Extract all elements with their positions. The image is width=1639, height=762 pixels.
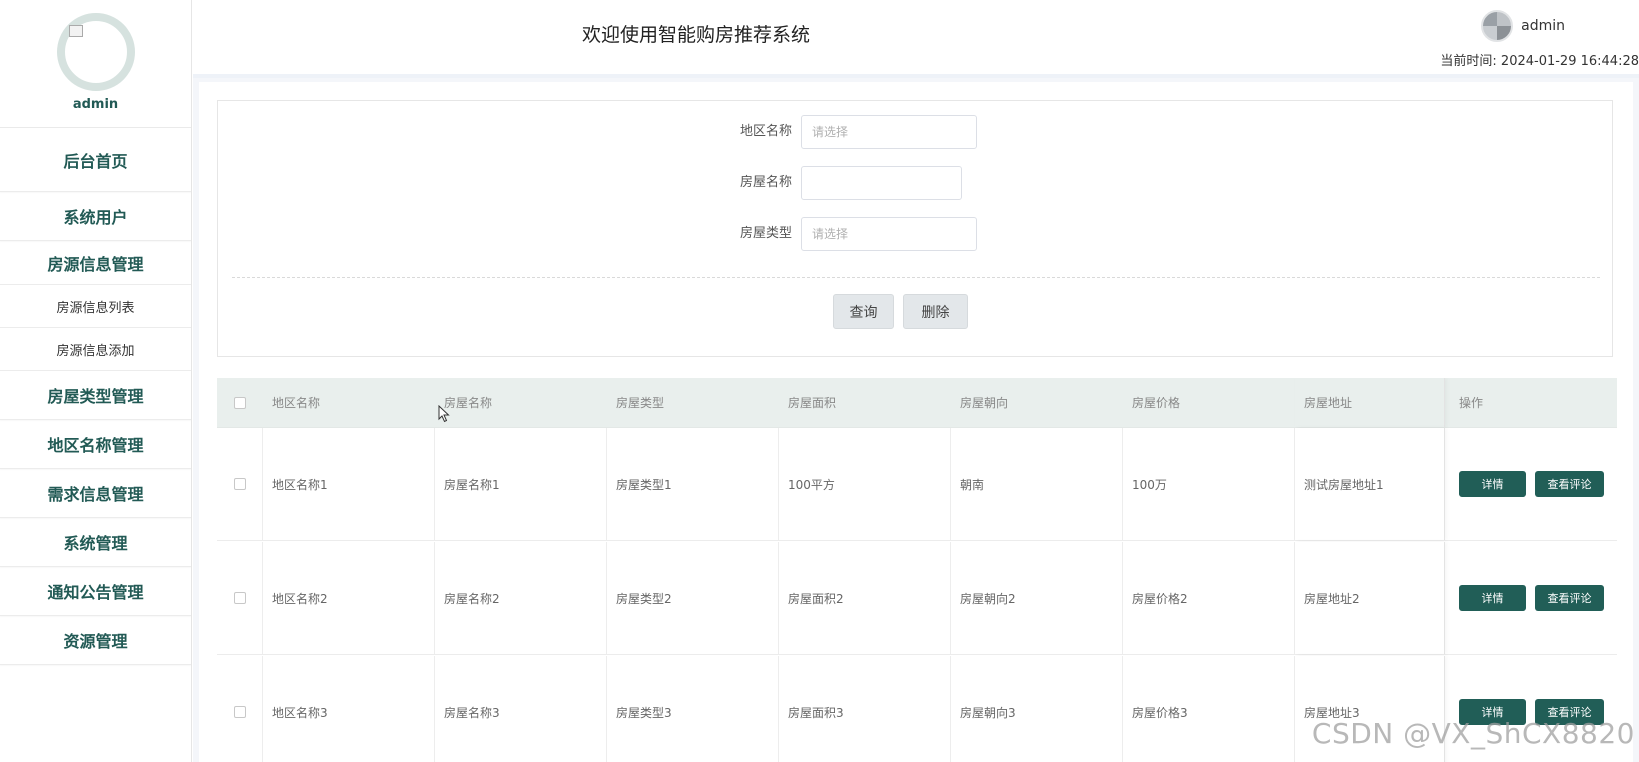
table-row: 地区名称1 房屋名称1 房屋类型1 100平方 朝南 100万 测试房屋地址1 … [217,428,1617,541]
user-avatar-icon[interactable] [1481,10,1514,42]
row-checkbox-cell [217,428,263,540]
table-header-row: 地区名称 房屋名称 房屋类型 房屋面积 房屋朝向 房屋价格 房屋地址 操作 [217,378,1617,428]
region-label: 地区名称 [739,124,792,139]
column-header: 房屋价格 [1132,396,1181,410]
header-checkbox-cell [217,378,263,427]
sidebar: admin 后台首页 系统用户 房源信息管理 房源信息列表 房源信息添加 房屋类… [0,0,192,762]
form-row-region: 地区名称 请选择 [218,115,1612,149]
sidebar-item-region[interactable]: 地区名称管理 [0,420,191,469]
table-cell: 房屋价格2 [1123,542,1295,654]
row-checkbox[interactable] [233,592,246,604]
detail-button[interactable]: 详情 [1459,471,1526,497]
search-form: 地区名称 请选择 房屋名称 房屋类型 请选择 查询 删除 [217,100,1613,357]
table-cell: 房屋面积3 [779,656,951,762]
house-name-label: 房屋名称 [739,175,792,190]
page-title: 欢迎使用智能购房推荐系统 [582,24,811,46]
mouse-cursor-icon [438,405,450,423]
form-row-name: 房屋名称 [218,166,1612,200]
table-cell: 房屋名称3 [435,656,607,762]
sidebar-username: admin [72,97,119,112]
table-cell: 房屋名称2 [435,542,607,654]
row-checkbox-cell [217,542,263,654]
column-header: 房屋朝向 [960,396,1009,410]
house-type-select[interactable]: 请选择 [801,217,977,251]
table-cell: 房屋朝向2 [951,542,1123,654]
query-button[interactable]: 查询 [833,294,894,329]
current-time-label: 当前时间: [1440,54,1497,69]
table-cell: 房屋类型3 [607,656,779,762]
sidebar-item-resource[interactable]: 资源管理 [0,616,191,665]
table-cell: 100万 [1123,428,1295,540]
table-cell: 地区名称3 [263,656,435,762]
sidebar-item-demand[interactable]: 需求信息管理 [0,469,191,518]
column-header: 操作 [1459,396,1484,410]
header-user[interactable]: admin [1481,10,1565,42]
form-divider [232,277,1600,278]
table-cell: 测试房屋地址1 [1295,428,1445,540]
table-row: 地区名称2 房屋名称2 房屋类型2 房屋面积2 房屋朝向2 房屋价格2 房屋地址… [217,542,1617,655]
sidebar-item-house-type[interactable]: 房屋类型管理 [0,371,191,420]
house-type-label: 房屋类型 [739,226,792,241]
table-cell: 房屋朝向3 [951,656,1123,762]
table-cell: 房屋类型2 [607,542,779,654]
header-username[interactable]: admin [1521,18,1565,34]
table-cell: 地区名称2 [263,542,435,654]
table-cell: 朝南 [951,428,1123,540]
table-cell: 房屋面积2 [779,542,951,654]
broken-image-icon [68,25,83,37]
delete-button[interactable]: 删除 [903,294,968,329]
submenu-item-house-add[interactable]: 房源信息添加 [0,328,191,371]
row-actions: 详情 查看评论 [1445,428,1617,540]
column-header: 房屋类型 [616,396,665,410]
region-select[interactable]: 请选择 [801,115,977,149]
content-panel: 地区名称 请选择 房屋名称 房屋类型 请选择 查询 删除 地区名称 房屋名称 房… [199,82,1633,762]
table-cell: 100平方 [779,428,951,540]
watermark: CSDN @VX_ShCX8820 [1311,717,1635,750]
select-all-checkbox[interactable] [234,396,246,409]
column-header: 房屋面积 [788,396,837,410]
top-header: 欢迎使用智能购房推荐系统 admin 当前时间: 2024-01-29 16:4… [193,0,1639,78]
table-cell: 地区名称1 [263,428,435,540]
column-header: 房屋地址 [1295,378,1445,427]
house-name-input[interactable] [801,166,962,200]
row-checkbox[interactable] [233,478,246,490]
table-cell: 房屋价格3 [1123,656,1295,762]
view-reviews-button[interactable]: 查看评论 [1535,471,1604,497]
app-root: admin 后台首页 系统用户 房源信息管理 房源信息列表 房源信息添加 房屋类… [0,0,1639,762]
table-cell: 房屋名称1 [435,428,607,540]
sidebar-item-house-info[interactable]: 房源信息管理 [0,241,191,285]
view-reviews-button[interactable]: 查看评论 [1535,585,1604,611]
current-time-value: 2024-01-29 16:44:28 [1500,54,1639,69]
sidebar-item-notice[interactable]: 通知公告管理 [0,567,191,616]
main-content: 地区名称 请选择 房屋名称 房屋类型 请选择 查询 删除 地区名称 房屋名称 房… [193,78,1639,762]
column-header: 地区名称 [272,396,321,410]
row-actions: 详情 查看评论 [1445,542,1617,654]
column-header: 房屋名称 [444,396,493,410]
form-row-type: 房屋类型 请选择 [218,217,1612,251]
sidebar-item-system-users[interactable]: 系统用户 [0,192,191,241]
sidebar-item-system[interactable]: 系统管理 [0,518,191,567]
sidebar-item-home[interactable]: 后台首页 [0,128,191,192]
submenu-item-house-list[interactable]: 房源信息列表 [0,285,191,328]
detail-button[interactable]: 详情 [1459,585,1526,611]
row-checkbox[interactable] [233,706,246,718]
sidebar-menu: 后台首页 系统用户 房源信息管理 房源信息列表 房源信息添加 房屋类型管理 地区… [0,127,191,665]
house-table: 地区名称 房屋名称 房屋类型 房屋面积 房屋朝向 房屋价格 房屋地址 操作 地区… [217,378,1617,762]
row-checkbox-cell [217,656,263,762]
table-cell: 房屋地址2 [1295,542,1445,654]
sidebar-profile: admin [0,0,191,127]
table-cell: 房屋类型1 [607,428,779,540]
avatar[interactable] [56,13,135,91]
current-time: 当前时间: 2024-01-29 16:44:28 [1440,50,1639,69]
